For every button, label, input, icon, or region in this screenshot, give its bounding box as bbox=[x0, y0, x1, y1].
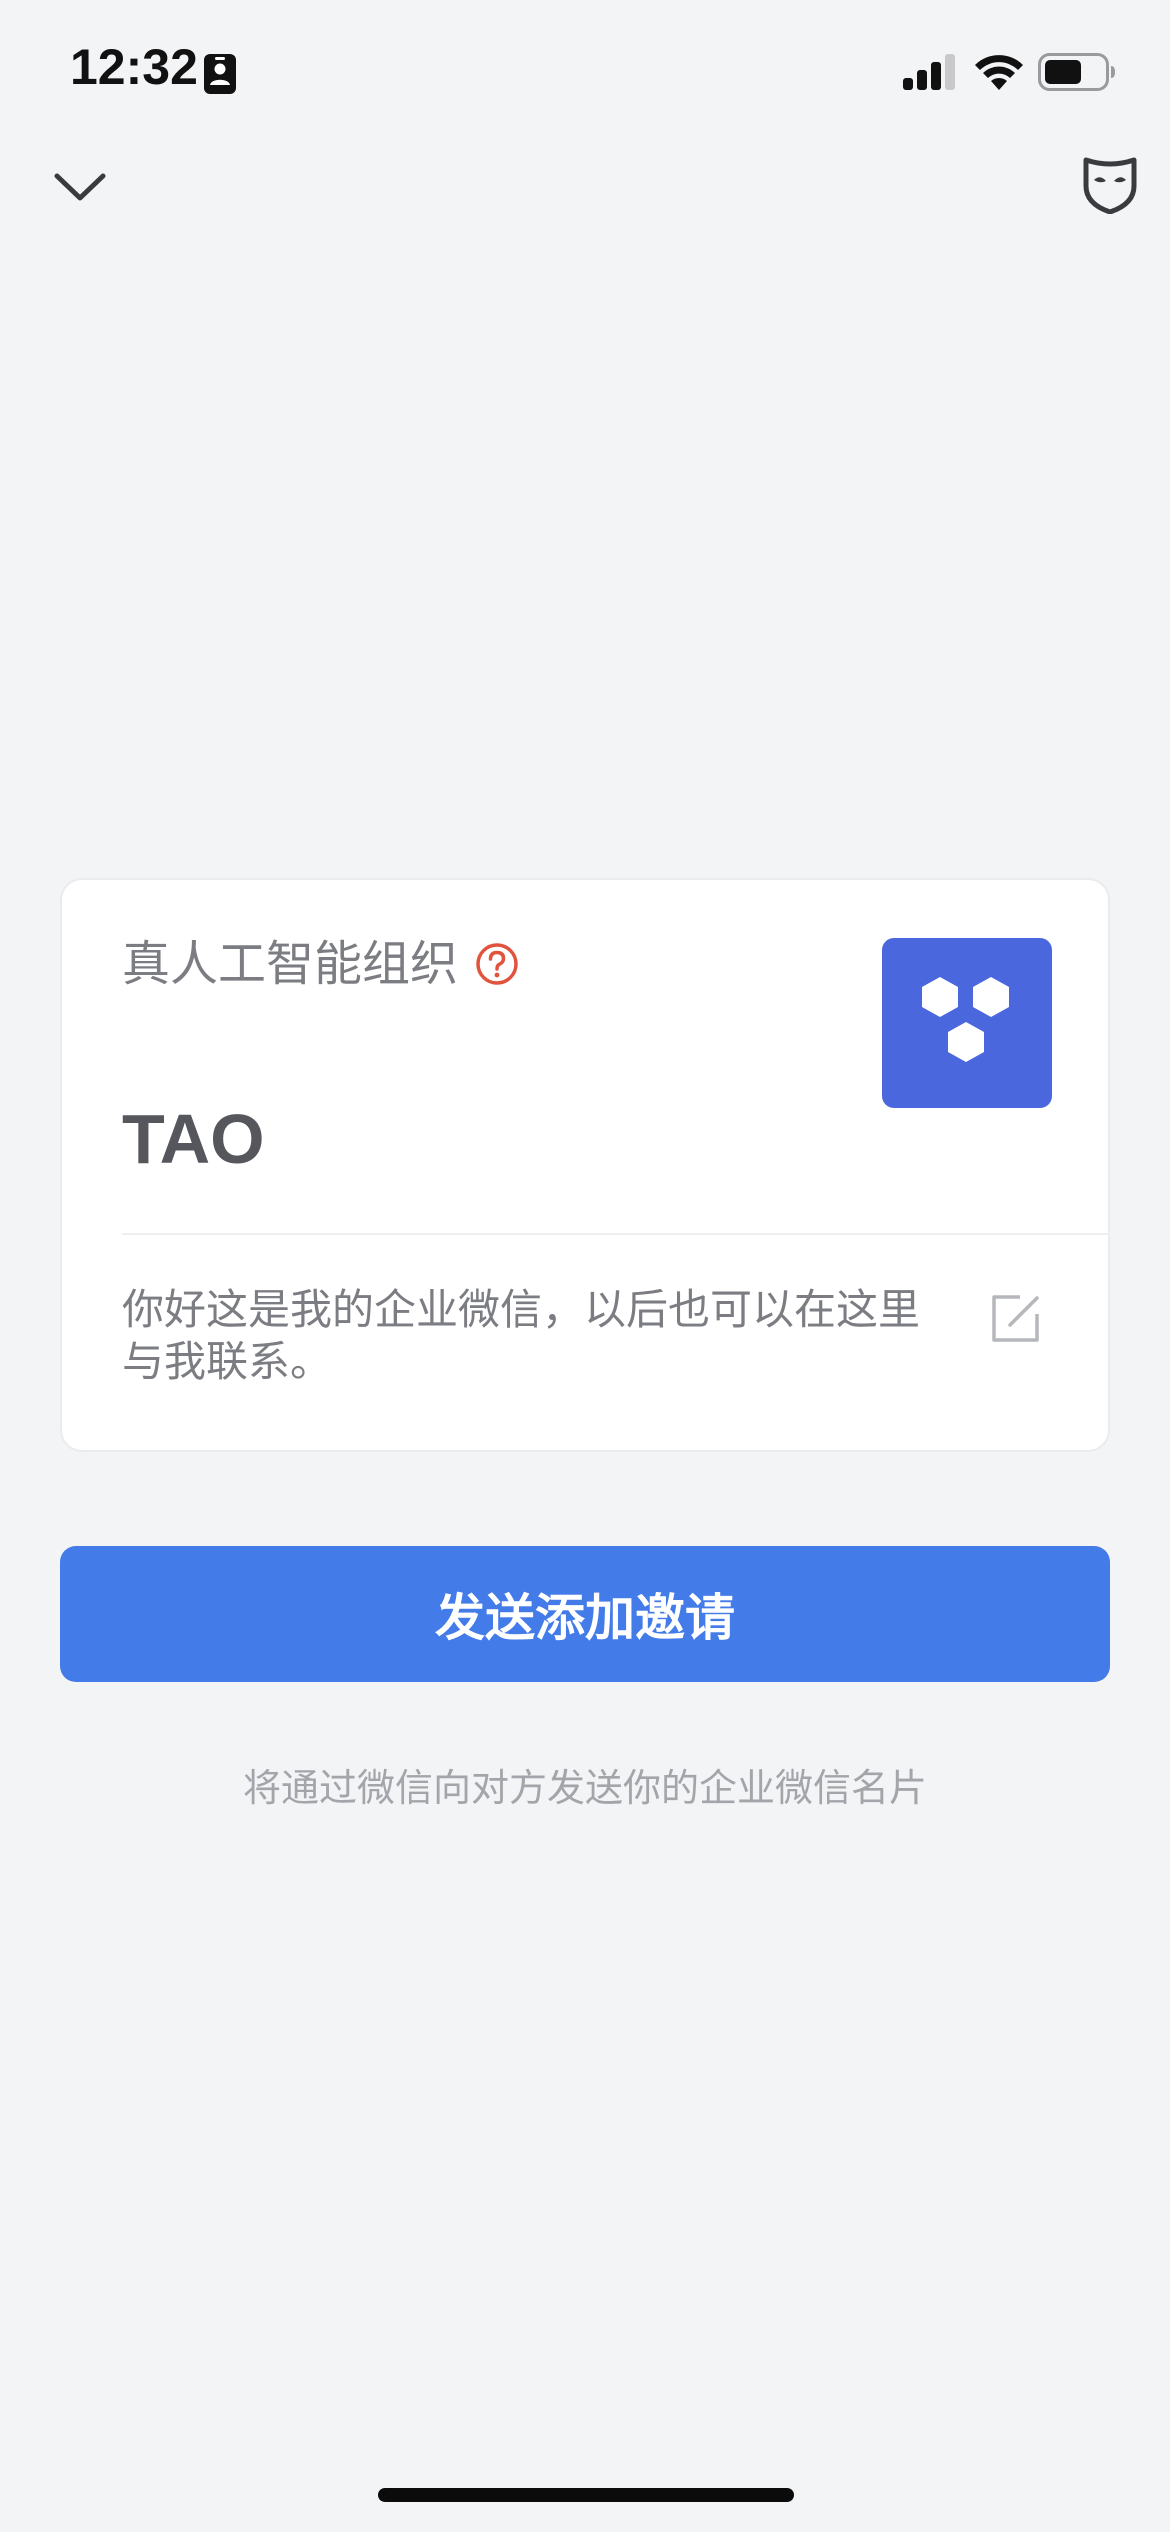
privacy-mask-button[interactable] bbox=[1080, 154, 1140, 215]
edit-icon[interactable] bbox=[990, 1292, 1042, 1344]
home-indicator[interactable] bbox=[378, 2488, 794, 2502]
org-row: 真人工智能组织 bbox=[122, 938, 520, 991]
hint-text: 将通过微信向对方发送你的企业微信名片 bbox=[242, 1766, 927, 1810]
mask-icon bbox=[1083, 157, 1137, 215]
cellular-signal-icon bbox=[903, 54, 955, 90]
business-card: 真人工智能组织 TAO 你好这是我的企业微信，以后也可以在这里与我联系。 bbox=[60, 878, 1110, 1452]
org-logo bbox=[882, 938, 1052, 1108]
collapse-button[interactable] bbox=[52, 160, 108, 216]
status-bar: 12:32 bbox=[0, 0, 1170, 150]
org-name: 真人工智能组织 bbox=[122, 936, 459, 992]
hexagon-cluster-icon bbox=[922, 977, 1009, 1062]
divider bbox=[122, 1233, 1110, 1235]
user-name: TAO bbox=[122, 1100, 265, 1178]
contact-card-icon bbox=[204, 54, 236, 94]
status-time: 12:32 bbox=[70, 39, 198, 95]
battery-icon bbox=[1038, 53, 1115, 91]
greeting-message: 你好这是我的企业微信，以后也可以在这里与我联系。 bbox=[122, 1285, 921, 1386]
wifi-icon bbox=[975, 55, 1023, 90]
send-invitation-button[interactable]: 发送添加邀请 bbox=[60, 1546, 1110, 1682]
chevron-down-icon bbox=[54, 173, 106, 201]
help-icon[interactable] bbox=[474, 941, 520, 987]
